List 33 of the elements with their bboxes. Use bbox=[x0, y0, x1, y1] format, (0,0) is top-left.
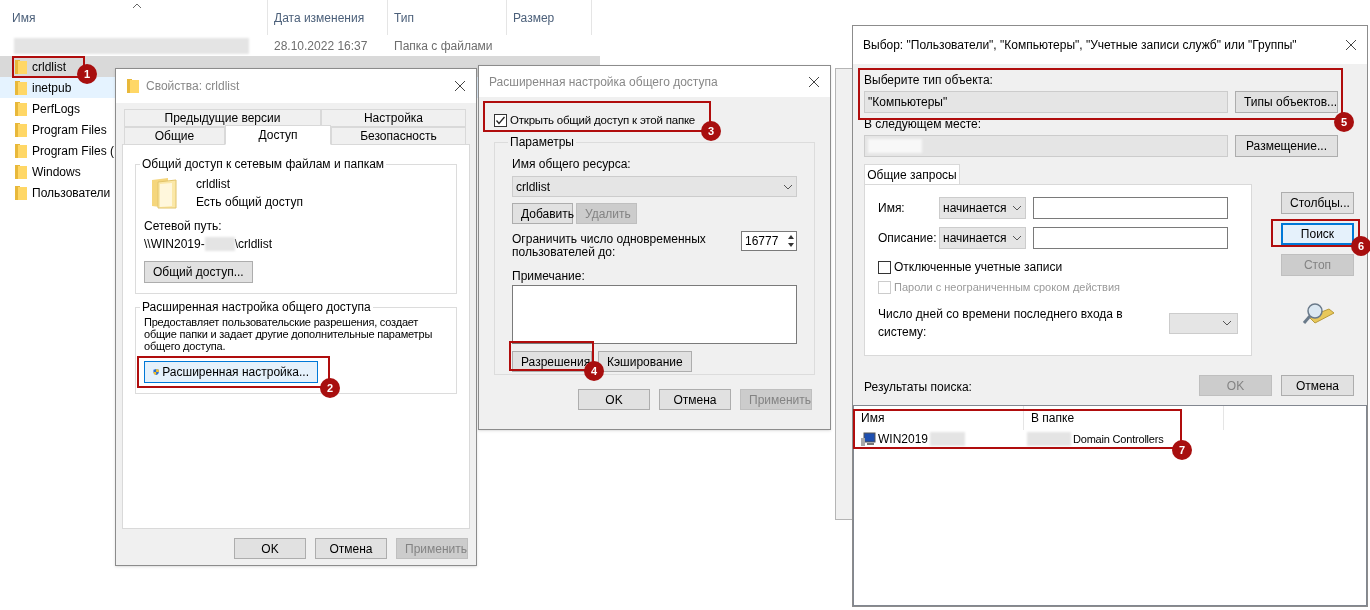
days-label: Число дней со времени последнего входа в систему: bbox=[878, 306, 1124, 341]
limit-label: Ограничить число одновременных пользователей до: bbox=[512, 233, 707, 260]
checkbox-label: Пароли с неограниченным сроком действия bbox=[894, 279, 1121, 295]
file-name: PerfLogs bbox=[32, 100, 81, 118]
query-label: Имя: bbox=[878, 200, 906, 217]
folder-name: crldlist bbox=[196, 176, 231, 193]
file-name: Program Files ( bbox=[32, 142, 114, 160]
field-label: Имя общего ресурса: bbox=[512, 156, 632, 174]
network-path-end: \crldlist bbox=[234, 236, 273, 253]
result-name: WIN2019 bbox=[878, 431, 929, 448]
group-title: Общий доступ к сетевым файлам и папкам bbox=[142, 157, 385, 171]
type-text: Папка с файлами bbox=[394, 38, 493, 53]
share-status: Есть общий доступ bbox=[196, 194, 303, 211]
path-label: Сетевой путь: bbox=[144, 218, 223, 235]
network-path-start: \\WIN2019- bbox=[144, 236, 205, 253]
file-name: Windows bbox=[32, 163, 81, 181]
window-title: Выбор: "Пользователи", "Компьютеры", "Учетные записи служб" или "Группы" bbox=[863, 37, 1298, 54]
query-label: Описание: bbox=[878, 230, 938, 247]
result-folder: Domain Controllers bbox=[1073, 431, 1164, 447]
group-title: Расширенная настройка общего доступа bbox=[142, 300, 371, 314]
field-label: Примечание: bbox=[512, 268, 586, 286]
checkbox-label: Отключенные учетные записи bbox=[894, 259, 1063, 276]
field-label: Выберите тип объекта: bbox=[864, 72, 993, 89]
window-title: Свойства: crldlist bbox=[146, 78, 241, 95]
checkbox-label: Открыть общий доступ к этой папке bbox=[510, 113, 696, 128]
date-text: 28.10.2022 16:37 bbox=[274, 38, 368, 53]
file-name: Пользователи bbox=[32, 184, 111, 202]
description-text: Предоставляет пользовательские разрешения, создает общие папки и задает другие дополнительные параметры общего доступа. bbox=[144, 316, 434, 352]
file-name: Program Files bbox=[32, 121, 107, 139]
results-label: Результаты поиска: bbox=[864, 379, 972, 396]
group-title: Параметры bbox=[510, 135, 574, 150]
file-name: crldlist bbox=[32, 58, 66, 76]
file-name: inetpub bbox=[32, 79, 72, 97]
